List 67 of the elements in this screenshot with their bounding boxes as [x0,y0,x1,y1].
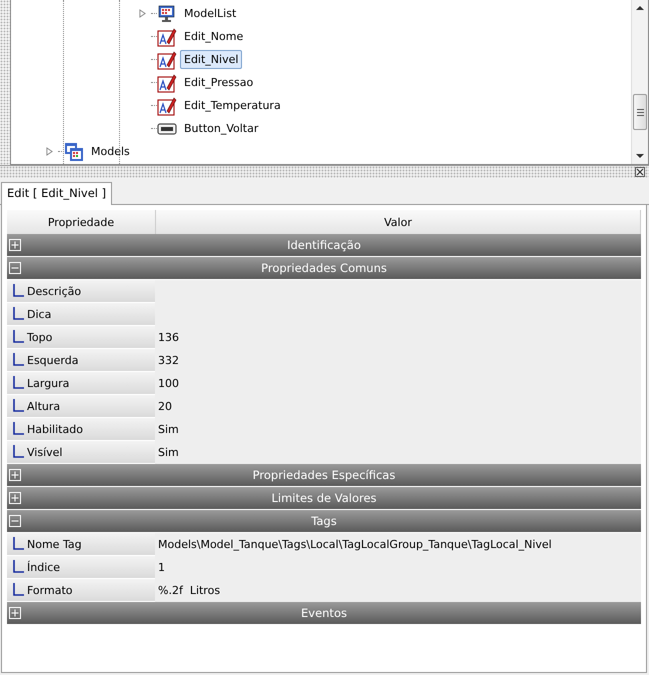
tree-item[interactable]: Edit_Temperatura [180,96,285,115]
section-header[interactable]: Eventos [7,602,641,624]
section-title: Eventos [300,606,348,620]
section-title: Propriedades Comuns [260,261,388,275]
property-name: Visível [27,446,62,458]
branch-icon [12,560,24,574]
property-name: Habilitado [27,422,83,436]
property-value: 1 [157,560,166,576]
property-value: %.2f Litros [157,583,222,599]
collapse-icon[interactable] [9,262,21,274]
section-title: Propriedades Específicas [252,468,396,482]
property-name: Altura [27,400,60,412]
property-name: Descrição [27,284,82,298]
property-name: Dica [27,308,52,320]
resize-grip[interactable] [0,0,10,165]
scrollbar[interactable] [631,0,648,164]
section-title: Tags [310,514,338,528]
property-value: Models\Model_Tanque\Tags\Local\TagLocalGroup_Tanque\TagLocal_Nivel [157,537,553,553]
section-header[interactable]: Identificação [7,234,641,256]
property-name: Nome Tag [27,538,82,550]
property-value: Sim [157,445,180,461]
pencil-icon [157,96,177,116]
pencil-icon [157,26,177,46]
pencil-icon [157,72,177,92]
property-name: Topo [27,330,52,344]
property-value: Sim [157,422,180,438]
expand-icon[interactable] [46,147,53,156]
collapse-icon[interactable] [9,515,21,527]
branch-icon [12,284,24,298]
branch-icon [12,376,24,390]
branch-icon [12,353,24,367]
column-header[interactable]: Propriedade [7,210,156,234]
tree-item[interactable]: ModelList [180,4,240,23]
tree-item[interactable]: Edit_Nome [180,27,248,46]
property-value: 20 [157,399,173,415]
branch-icon [12,307,24,321]
section-header[interactable]: Limites de Valores [7,487,641,509]
branch-icon [12,445,24,459]
tree-item[interactable]: Edit_Nivel [180,50,242,69]
property-name: Formato [27,584,72,596]
property-name: Índice [27,560,60,574]
section-title: Identificação [286,238,362,252]
window-icon [64,142,84,162]
tree-item[interactable]: Models [87,142,134,161]
property-name: Largura [27,376,70,390]
branch-icon [12,330,24,344]
branch-icon [12,537,24,551]
section-header[interactable]: Propriedades Específicas [7,464,641,486]
pencil-icon [157,50,177,70]
section-title: Limites de Valores [270,491,378,505]
branch-icon [12,422,24,436]
tab[interactable]: Edit [ Edit_Nivel ] [1,182,112,205]
property-name: Esquerda [27,354,78,366]
property-value: 100 [157,376,180,392]
scroll-thumb[interactable] [633,94,647,130]
close-icon[interactable] [635,167,645,177]
property-value: 332 [157,353,180,369]
property-value: 136 [157,330,180,346]
tree-item[interactable]: Button_Voltar [180,119,262,138]
tree-item[interactable]: Edit_Pressao [180,73,258,92]
section-header[interactable]: Propriedades Comuns [7,257,641,279]
column-header[interactable]: Valor [156,210,641,234]
branch-icon [12,399,24,413]
section-header[interactable]: Tags [7,510,641,532]
expand-icon[interactable] [139,9,146,18]
branch-icon [12,583,24,597]
monitor-icon [157,4,177,24]
